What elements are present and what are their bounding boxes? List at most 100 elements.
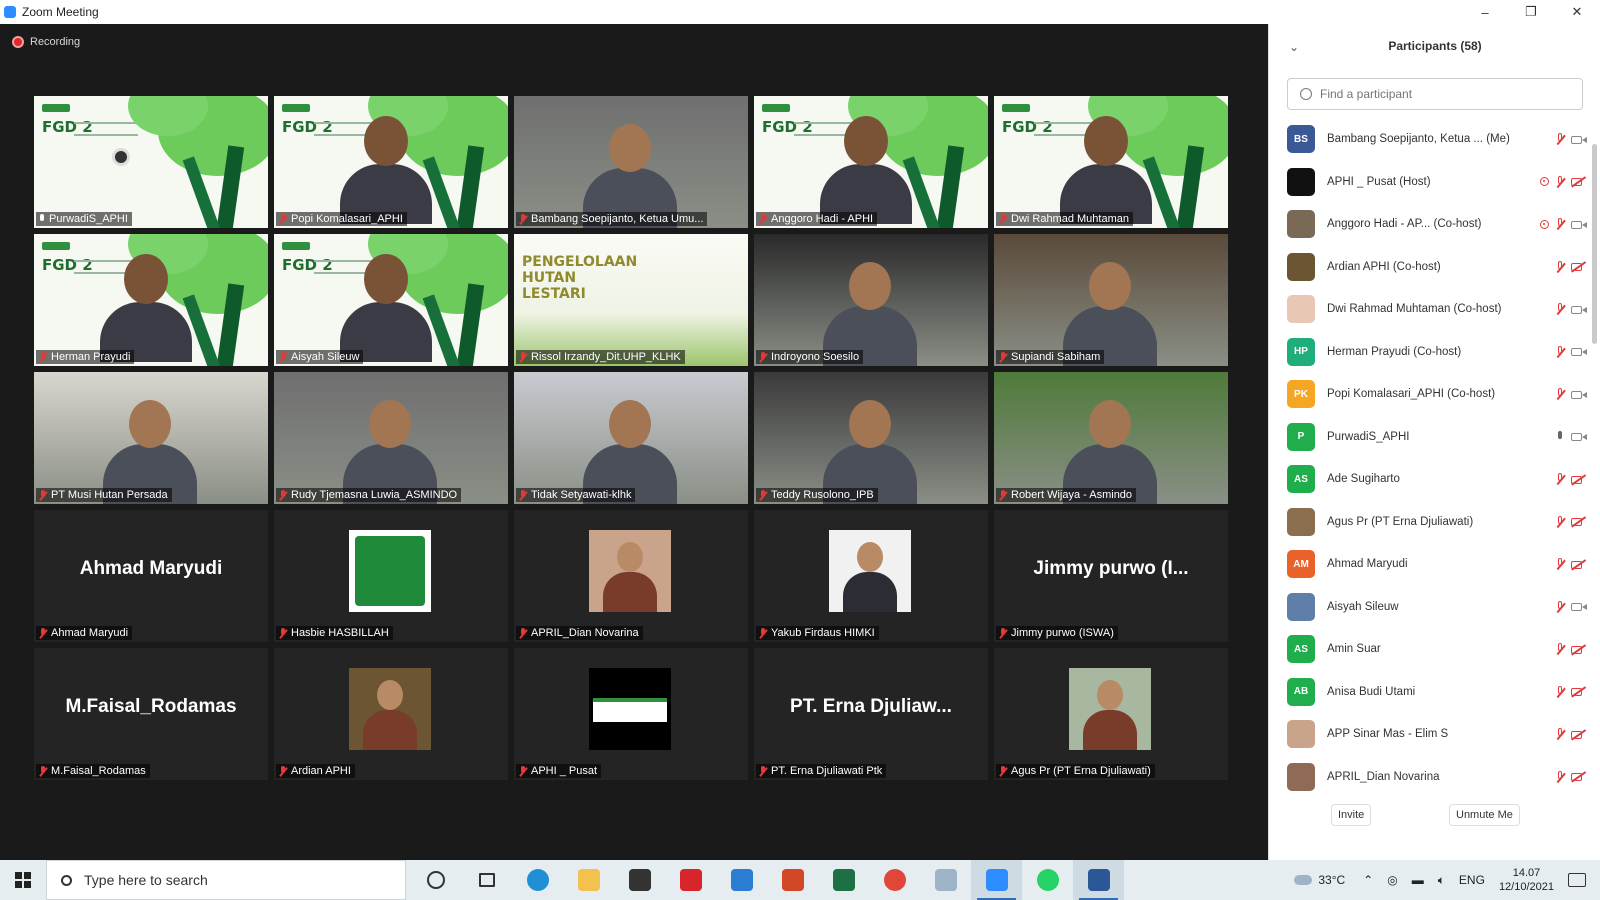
taskbar-app-store[interactable] bbox=[614, 860, 665, 900]
participant-row[interactable]: BS Bambang Soepijanto, Ketua ... (Me) bbox=[1269, 118, 1587, 161]
participant-row[interactable]: Agus Pr (PT Erna Djuliawati) bbox=[1269, 501, 1587, 544]
participant-list[interactable]: BS Bambang Soepijanto, Ketua ... (Me) APHI… bbox=[1269, 118, 1587, 798]
participant-name: Yakub Firdaus HIMKI bbox=[771, 627, 875, 639]
video-tile[interactable]: APHI _ Pusat bbox=[514, 648, 748, 780]
participant-name: Dwi Rahmad Muhtaman bbox=[1011, 213, 1129, 225]
participant-name: Anggoro Hadi - APHI bbox=[771, 213, 874, 225]
participant-row[interactable]: AS Amin Suar bbox=[1269, 628, 1587, 671]
participant-search[interactable] bbox=[1287, 78, 1583, 110]
participant-row[interactable]: AB Anisa Budi Utami bbox=[1269, 671, 1587, 714]
participant-name-tag: Herman Prayudi bbox=[36, 350, 135, 364]
participant-name-tag: Aisyah Sileuw bbox=[276, 350, 364, 364]
video-tile[interactable]: FGD 2 PurwadiS_APHI bbox=[34, 96, 268, 228]
camera-icon bbox=[1571, 134, 1587, 145]
participant-avatar bbox=[1287, 592, 1315, 621]
video-tile[interactable]: Indroyono Soesilo bbox=[754, 234, 988, 366]
video-tile[interactable]: FGD 2 Aisyah Sileuw bbox=[274, 234, 508, 366]
participant-status-icons bbox=[1555, 728, 1587, 740]
video-tile[interactable]: Ardian APHI bbox=[274, 648, 508, 780]
camera-icon bbox=[1571, 346, 1587, 357]
participant-name: PurwadiS_APHI bbox=[1327, 430, 1410, 443]
participant-row[interactable]: AM Ahmad Maryudi bbox=[1269, 543, 1587, 586]
window-title: Zoom Meeting bbox=[22, 5, 99, 19]
slide-background: FGD 2 bbox=[274, 234, 508, 366]
recording-indicator[interactable]: Recording bbox=[12, 36, 80, 48]
video-tile[interactable]: APRIL_Dian Novarina bbox=[514, 510, 748, 642]
video-tile[interactable]: Rudy Tjemasna Luwia_ASMINDO bbox=[274, 372, 508, 504]
taskbar-search-box[interactable]: Type here to search bbox=[46, 860, 406, 900]
person-head bbox=[844, 116, 888, 166]
weather-widget[interactable]: 33°C bbox=[1294, 873, 1345, 887]
video-tile[interactable]: Yakub Firdaus HIMKI bbox=[754, 510, 988, 642]
video-tile[interactable]: Ahmad Maryudi Ahmad Maryudi bbox=[34, 510, 268, 642]
start-button[interactable] bbox=[0, 860, 46, 900]
participant-row[interactable]: PK Popi Komalasari_APHI (Co-host) bbox=[1269, 373, 1587, 416]
taskbar-app-mail[interactable] bbox=[716, 860, 767, 900]
participant-name-tag: Rudy Tjemasna Luwia_ASMINDO bbox=[276, 488, 462, 502]
unmute-me-button[interactable]: Unmute Me bbox=[1449, 804, 1520, 826]
taskbar-app-excel[interactable] bbox=[818, 860, 869, 900]
taskbar-app-powerpoint[interactable] bbox=[767, 860, 818, 900]
video-tile[interactable]: Hasbie HASBILLAH bbox=[274, 510, 508, 642]
participant-row[interactable]: Dwi Rahmad Muhtaman (Co-host) bbox=[1269, 288, 1587, 331]
participant-row[interactable]: APRIL_Dian Novarina bbox=[1269, 756, 1587, 799]
taskbar-app-whatsapp[interactable] bbox=[1022, 860, 1073, 900]
camera-feed bbox=[994, 234, 1228, 366]
battery-icon[interactable]: ▬ bbox=[1412, 873, 1424, 887]
participant-list-scrollbar[interactable] bbox=[1592, 144, 1597, 344]
participant-row[interactable]: HP Herman Prayudi (Co-host) bbox=[1269, 331, 1587, 374]
video-tile[interactable]: PENGELOLAAN HUTAN LESTARI Rissol Irzandy_… bbox=[514, 234, 748, 366]
close-button[interactable]: ✕ bbox=[1554, 0, 1600, 24]
video-tile[interactable]: PT. Erna Djuliaw... PT. Erna Djuliawati P… bbox=[754, 648, 988, 780]
participant-row[interactable]: APHI _ Pusat (Host) bbox=[1269, 161, 1587, 204]
participant-name: Teddy Rusolono_IPB bbox=[771, 489, 874, 501]
participant-name: Supiandi Sabiham bbox=[1011, 351, 1101, 363]
recording-label: Recording bbox=[30, 36, 81, 48]
volume-icon[interactable]: 🔈︎ bbox=[1438, 873, 1445, 888]
taskbar-app-word[interactable] bbox=[1073, 860, 1124, 900]
taskbar-app-zoom[interactable] bbox=[971, 860, 1022, 900]
taskbar-app-mcafee[interactable] bbox=[665, 860, 716, 900]
camera-icon bbox=[1571, 219, 1587, 230]
minimize-button[interactable]: – bbox=[1462, 0, 1508, 24]
participant-name: Ahmad Maryudi bbox=[1327, 558, 1408, 571]
video-tile[interactable]: Bambang Soepijanto, Ketua Umu... bbox=[514, 96, 748, 228]
participant-row[interactable]: P PurwadiS_APHI bbox=[1269, 416, 1587, 459]
taskbar-app-edge[interactable] bbox=[512, 860, 563, 900]
video-tile[interactable]: Robert Wijaya - Asmindo bbox=[994, 372, 1228, 504]
clock[interactable]: 14.07 12/10/2021 bbox=[1499, 866, 1554, 894]
chevron-up-icon[interactable]: ⌃ bbox=[1363, 873, 1373, 887]
video-tile[interactable]: FGD 2 Dwi Rahmad Muhtaman bbox=[994, 96, 1228, 228]
participant-row[interactable]: Aisyah Sileuw bbox=[1269, 586, 1587, 629]
participant-row[interactable]: AS Ade Sugiharto bbox=[1269, 458, 1587, 501]
notification-icon[interactable] bbox=[1568, 873, 1586, 887]
camera-feed bbox=[34, 372, 268, 504]
video-tile[interactable]: PT Musi Hutan Persada bbox=[34, 372, 268, 504]
video-tile[interactable]: FGD 2 Herman Prayudi bbox=[34, 234, 268, 366]
camera-off-icon bbox=[1571, 644, 1587, 655]
participant-status-icons bbox=[1555, 133, 1587, 145]
participant-search-input[interactable] bbox=[1318, 86, 1572, 102]
video-tile[interactable]: Agus Pr (PT Erna Djuliawati) bbox=[994, 648, 1228, 780]
network-icon[interactable]: ◎ bbox=[1387, 873, 1397, 887]
video-tile[interactable]: FGD 2 Popi Komalasari_APHI bbox=[274, 96, 508, 228]
video-tile[interactable]: Teddy Rusolono_IPB bbox=[754, 372, 988, 504]
video-tile[interactable]: Tidak Setyawati-klhk bbox=[514, 372, 748, 504]
participant-row[interactable]: APP Sinar Mas - Elim S bbox=[1269, 713, 1587, 756]
video-tile[interactable]: M.Faisal_Rodamas M.Faisal_Rodamas bbox=[34, 648, 268, 780]
taskbar-app-chrome[interactable] bbox=[869, 860, 920, 900]
participant-row[interactable]: Anggoro Hadi - AP... (Co-host) bbox=[1269, 203, 1587, 246]
invite-button[interactable]: Invite bbox=[1331, 804, 1372, 826]
taskbar-app-file-explorer[interactable] bbox=[563, 860, 614, 900]
video-tile[interactable]: Supiandi Sabiham bbox=[994, 234, 1228, 366]
taskbar-app-cortana[interactable] bbox=[410, 860, 461, 900]
video-tile[interactable]: Jimmy purwo (I... Jimmy purwo (ISWA) bbox=[994, 510, 1228, 642]
taskbar-app-task-view[interactable] bbox=[461, 860, 512, 900]
restore-button[interactable]: ❐ bbox=[1508, 0, 1554, 24]
taskbar-app-photos[interactable] bbox=[920, 860, 971, 900]
language-indicator[interactable]: ENG bbox=[1459, 873, 1485, 887]
camera-feed bbox=[754, 234, 988, 366]
slide-background: FGD 2 bbox=[274, 96, 508, 228]
video-tile[interactable]: FGD 2 Anggoro Hadi - APHI bbox=[754, 96, 988, 228]
participant-row[interactable]: Ardian APHI (Co-host) bbox=[1269, 246, 1587, 289]
